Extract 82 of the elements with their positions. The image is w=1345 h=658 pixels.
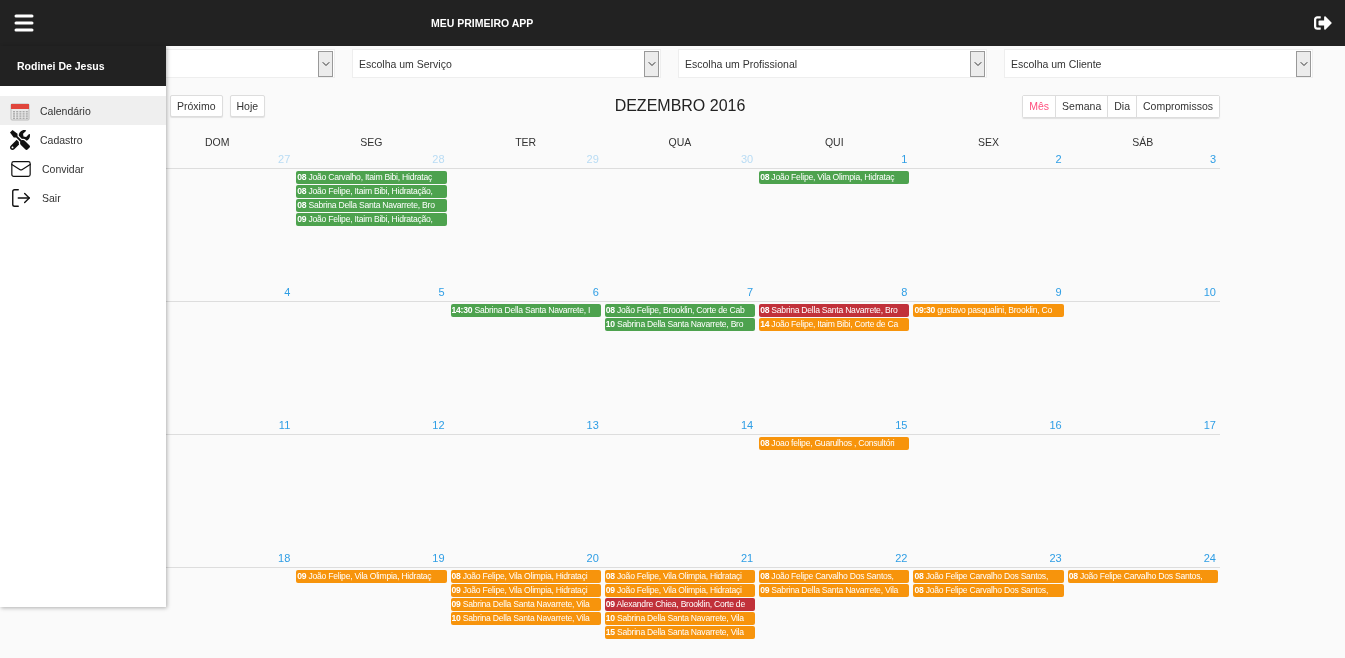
event-chip[interactable]: 09 Alexandre Chiea, Brooklin, Corte de	[604, 598, 756, 611]
app-title: MEU PRIMEIRO APP	[431, 17, 535, 29]
event-chip[interactable]: 08 João Felipe, Itaim Bibi, Hidratação,	[296, 185, 447, 198]
event-chip[interactable]: 08 Joao felipe, Guarulhos , Consultóri	[759, 437, 910, 450]
event-chip[interactable]: 08 João Carvalho, Itaim Bibi, Hidrataç	[296, 171, 447, 184]
day-number: 8	[901, 286, 908, 298]
select-field[interactable]: Escolha um Serviço	[352, 49, 661, 78]
day-number: 3	[1209, 153, 1216, 165]
day-number: 12	[432, 419, 445, 431]
day-number: 27	[278, 153, 291, 165]
day-number: 20	[586, 552, 599, 564]
drawer-item[interactable]: Calendário	[0, 96, 166, 125]
weekday-header: SÁB	[1131, 135, 1155, 150]
day-number: 13	[586, 419, 599, 431]
view-tab[interactable]: Semana	[1055, 95, 1108, 117]
weekday-header: DOM	[203, 135, 231, 150]
drawer-item[interactable]: Convidar	[0, 154, 166, 183]
event-chip[interactable]: 15 Sabrina Della Santa Navarrete, Vila	[604, 626, 756, 639]
nav-button[interactable]: Próximo	[170, 95, 223, 117]
day-number: 19	[432, 552, 445, 564]
select-field[interactable]: Escolha um Cliente	[1004, 49, 1313, 78]
event-chip[interactable]: 08 João Felipe Carvalho Dos Santos,	[759, 570, 910, 583]
weekday-header: SEX	[977, 135, 1001, 150]
event-chip[interactable]: 08 João Felipe Carvalho Dos Santos,	[1067, 570, 1218, 583]
event-chip[interactable]: 09 João Felipe, Vila Olimpia, Hidrataç	[296, 570, 447, 583]
day-number: 1	[901, 153, 908, 165]
event-chip[interactable]: 14 João Felipe, Itaim Bibi, Corte de Ca	[759, 318, 910, 331]
view-tab[interactable]: Dia	[1107, 95, 1136, 117]
event-chip[interactable]: 10 Sabrina Della Santa Navarrete, Bro	[604, 318, 756, 331]
drawer-item[interactable]: Sair	[0, 183, 166, 212]
event-chip[interactable]: 09 Sabrina Della Santa Navarrete, Vila	[450, 598, 601, 611]
event-chip[interactable]: 08 João Felipe, Brooklin, Corte de Cab	[604, 304, 756, 317]
month-title: DEZEMBRO 2016	[614, 97, 746, 115]
drawer-item-label: Sair	[42, 191, 61, 204]
event-chip[interactable]: 08 Sabrina Della Santa Navarrete, Bro	[759, 304, 910, 317]
view-tab[interactable]: Compromissos	[1136, 95, 1219, 117]
day-number: 24	[1203, 552, 1216, 564]
drawer-item-label: Cadastro	[40, 133, 83, 146]
day-number: 10	[1203, 286, 1216, 298]
event-chip[interactable]: 14:30 Sabrina Della Santa Navarrete, I	[450, 304, 601, 317]
drawer-item[interactable]: Cadastro	[0, 125, 166, 154]
select-field[interactable]: Escolha um Profissional	[678, 49, 987, 78]
nav-button[interactable]: Hoje	[229, 95, 266, 117]
day-number: 4	[284, 286, 291, 298]
day-number: 15	[895, 419, 908, 431]
day-number: 2	[1055, 153, 1062, 165]
event-chip[interactable]: 08 João Felipe Carvalho Dos Santos,	[913, 570, 1064, 583]
day-number: 6	[592, 286, 599, 298]
day-number: 30	[740, 153, 754, 165]
event-chip[interactable]: 09 Sabrina Della Santa Navarrete, Vila	[759, 584, 910, 597]
event-chip[interactable]: 10 Sabrina Della Santa Navarrete, Vila	[450, 612, 601, 625]
day-number: 23	[1049, 552, 1062, 564]
event-chip[interactable]: 09 João Felipe, Vila Olimpia, Hidrataçi	[604, 584, 756, 597]
day-number: 5	[438, 286, 445, 298]
event-chip[interactable]: 08 João Felipe, Vila Olimpia, Hidrataçi	[604, 570, 756, 583]
weekday-header: QUA	[667, 135, 693, 150]
event-chip[interactable]: 08 João Felipe, Vila Olimpia, Hidrataçi	[450, 570, 601, 583]
day-number: 29	[586, 153, 599, 165]
day-number: 16	[1049, 419, 1062, 431]
event-chip[interactable]: 08 João Felipe, Vila Olimpia, Hidrataç	[759, 171, 910, 184]
day-number: 7	[747, 286, 754, 298]
event-chip[interactable]: 08 João Felipe Carvalho Dos Santos,	[913, 584, 1064, 597]
user-name: Rodinei De Jesus	[17, 60, 105, 72]
weekday-header: QUI	[823, 135, 845, 150]
day-number: 14	[740, 419, 754, 431]
drawer-item-label: Calendário	[40, 104, 91, 117]
weekday-header: TER	[514, 135, 538, 150]
event-chip[interactable]: 09 João Felipe, Itaim Bibi, Hidratação,	[296, 213, 447, 226]
day-number: 22	[895, 552, 908, 564]
day-number: 17	[1203, 419, 1216, 431]
day-number: 28	[432, 153, 445, 165]
day-number: 11	[278, 419, 291, 431]
event-chip[interactable]: 09:30 gustavo pasqualini, Brooklin, Co	[913, 304, 1064, 317]
event-chip[interactable]: 10 Sabrina Della Santa Navarrete, Vila	[604, 612, 756, 625]
day-number: 18	[278, 552, 291, 564]
event-chip[interactable]: 09 João Felipe, Vila Olimpia, Hidrataçi	[450, 584, 601, 597]
view-tab[interactable]: Mês	[1023, 95, 1056, 117]
drawer-item-label: Convidar	[42, 162, 85, 175]
event-chip[interactable]: 08 Sabrina Della Santa Navarrete, Bro	[296, 199, 447, 212]
day-number: 9	[1055, 286, 1062, 298]
weekday-header: SEG	[359, 135, 384, 150]
day-number: 21	[740, 552, 754, 564]
